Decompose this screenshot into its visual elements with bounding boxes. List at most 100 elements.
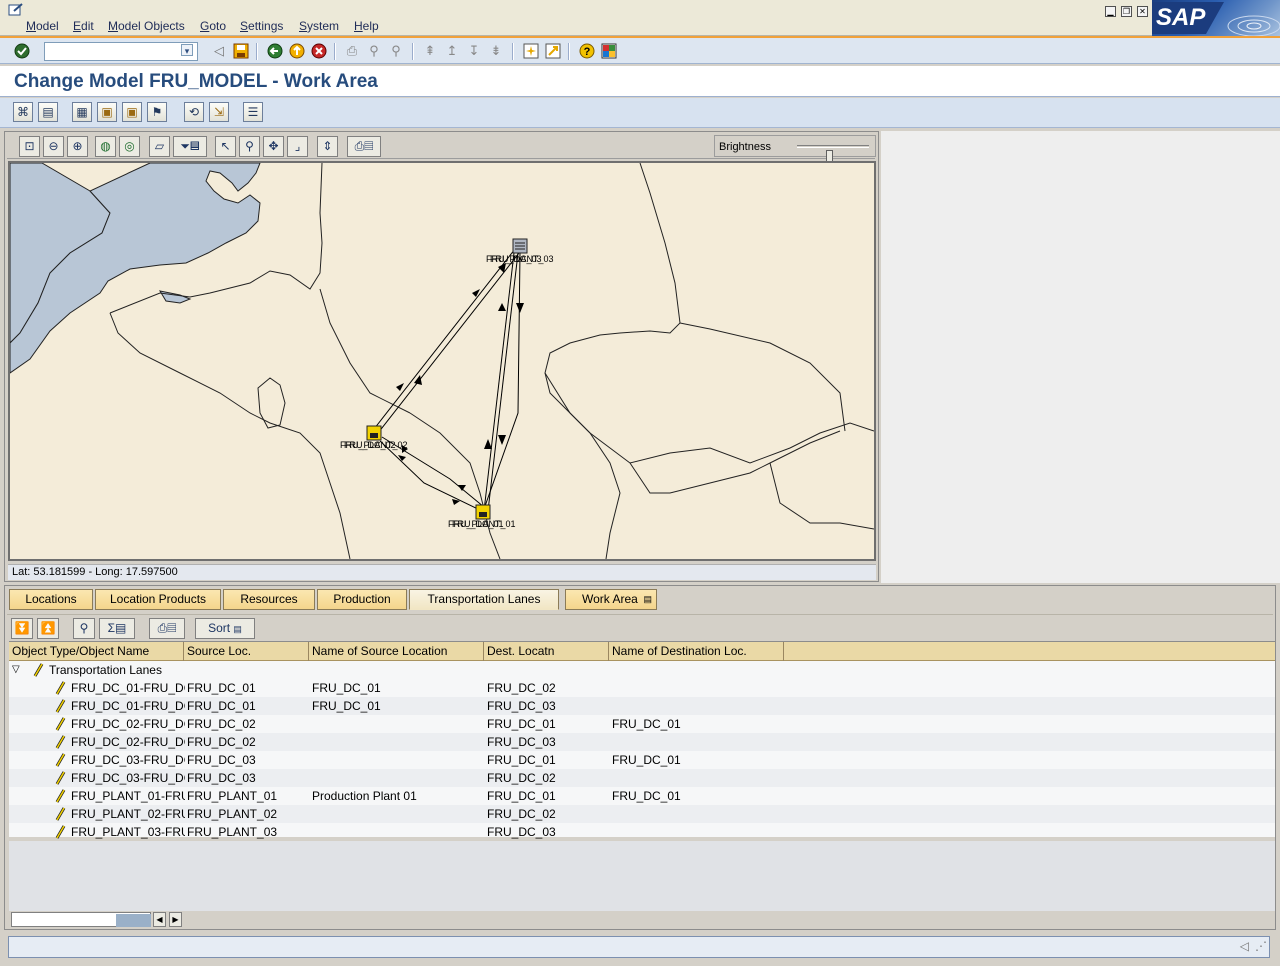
- table-row[interactable]: FRU_DC_01-FRU_DC_03FRU_DC_01FRU_DC_01FRU…: [9, 697, 1275, 715]
- menu-system[interactable]: System: [299, 19, 339, 33]
- first-page-icon[interactable]: ⇞: [421, 42, 439, 60]
- map-node-plant-01[interactable]: FRU_PLANT_01 FRU_DC_01: [448, 504, 516, 529]
- flag-icon[interactable]: ⚑: [147, 102, 167, 122]
- expand-all-icon[interactable]: ⏬: [11, 618, 33, 639]
- cell-dest-loc: FRU_DC_02: [487, 771, 556, 785]
- print-map-icon[interactable]: ⎙▤: [347, 136, 381, 157]
- minimize-icon[interactable]: ▁: [1105, 6, 1116, 17]
- measure-icon[interactable]: ⌟: [287, 136, 308, 157]
- menu-settings[interactable]: Settings: [240, 19, 283, 33]
- prev-page-icon[interactable]: ↥: [443, 42, 461, 60]
- table-row[interactable]: FRU_DC_02-FRU_DC_01FRU_DC_02 FRU_DC_01 FRU…: [9, 715, 1275, 733]
- fit-vertical-icon[interactable]: ⇕: [317, 136, 338, 157]
- globe-search-icon[interactable]: ◎: [119, 136, 140, 157]
- map-node-plant-03[interactable]: FRU_PLANT_03 FRU_DC_03: [486, 238, 554, 264]
- restore-icon[interactable]: ❐: [1121, 6, 1132, 17]
- layout-icon[interactable]: [600, 42, 618, 60]
- product-location-icon[interactable]: ▣: [122, 102, 142, 122]
- dropdown-icon[interactable]: ▤: [233, 624, 242, 634]
- document-icon[interactable]: ▦: [72, 102, 92, 122]
- last-page-icon[interactable]: ⇟: [487, 42, 505, 60]
- tab-resources[interactable]: Resources: [223, 589, 315, 610]
- cell-source-name: [312, 823, 482, 841]
- tab-transportation-lanes[interactable]: Transportation Lanes: [409, 589, 559, 610]
- save-icon[interactable]: [232, 42, 250, 60]
- search-map-icon[interactable]: ⚲: [239, 136, 260, 157]
- zoom-fit-icon[interactable]: ⊡: [19, 136, 40, 157]
- table-row[interactable]: FRU_PLANT_01-FRU_DC_01FRU_PLANT_01 Produc…: [9, 787, 1275, 805]
- globe-icon[interactable]: ◍: [95, 136, 116, 157]
- menu-model-objects[interactable]: Model Objects: [108, 19, 185, 33]
- tab-locations[interactable]: Locations: [9, 589, 93, 610]
- column-header-dest-name[interactable]: Name of Destination Loc.: [609, 642, 784, 661]
- system-menu-icon[interactable]: [8, 3, 24, 17]
- command-dropdown-icon[interactable]: ▾: [181, 44, 193, 56]
- print-list-icon[interactable]: ⎙▤: [149, 618, 185, 639]
- network-icon[interactable]: ⌘: [13, 102, 33, 122]
- map-canvas[interactable]: FRU_PLANT_03 FRU_DC_03 FRU_PLANT_02 FRU_…: [8, 161, 876, 561]
- pan-icon[interactable]: ✥: [263, 136, 284, 157]
- find-icon[interactable]: ⚲: [73, 618, 95, 639]
- tree-collapse-icon[interactable]: ▽: [12, 661, 26, 679]
- menu-edit[interactable]: Edit: [73, 19, 94, 33]
- column-header-object-name[interactable]: Object Type/Object Name: [9, 642, 184, 661]
- sum-icon[interactable]: Σ▤: [99, 618, 135, 639]
- map-node-plant-02[interactable]: FRU_PLANT_02 FRU_DC_02: [340, 425, 408, 450]
- dropdown-icon[interactable]: ▤: [643, 590, 652, 609]
- table-row[interactable]: FRU_PLANT_02-FRU_DC_02FRU_PLANT_02 FRU_DC…: [9, 805, 1275, 823]
- shortcut-icon[interactable]: [544, 42, 562, 60]
- back-green-icon[interactable]: [266, 42, 284, 60]
- find-icon[interactable]: ⚲: [365, 42, 383, 60]
- horizontal-scrollbar[interactable]: ◀ ▶: [11, 912, 187, 927]
- table-row[interactable]: FRU_PLANT_03-FRU_DC_03FRU_PLANT_03 FRU_DC…: [9, 823, 1275, 841]
- enter-icon[interactable]: [13, 42, 31, 60]
- tree-group-row[interactable]: ▽ Transportation Lanes: [9, 661, 1275, 679]
- scroll-thumb[interactable]: [116, 914, 151, 927]
- zoom-out-icon[interactable]: ⊖: [43, 136, 64, 157]
- select-pointer-icon[interactable]: ↖: [215, 136, 236, 157]
- scroll-track[interactable]: [11, 912, 151, 927]
- table-row[interactable]: FRU_DC_03-FRU_DC_02FRU_DC_03 FRU_DC_02: [9, 769, 1275, 787]
- tab-production[interactable]: Production: [317, 589, 407, 610]
- sort-button[interactable]: Sort ▤: [195, 618, 255, 639]
- command-field[interactable]: [44, 42, 198, 61]
- cell-source-name: FRU_DC_01: [312, 699, 381, 713]
- table-row[interactable]: FRU_DC_02-FRU_DC_03FRU_DC_02 FRU_DC_03: [9, 733, 1275, 751]
- find-next-icon[interactable]: ⚲: [387, 42, 405, 60]
- print-icon[interactable]: ⎙: [343, 42, 361, 60]
- collapse-all-icon[interactable]: ⏫: [37, 618, 59, 639]
- menu-goto[interactable]: Goto: [200, 19, 226, 33]
- map-svg[interactable]: FRU_PLANT_03 FRU_DC_03 FRU_PLANT_02 FRU_…: [10, 163, 874, 559]
- close-icon[interactable]: ✕: [1137, 6, 1148, 17]
- new-session-icon[interactable]: [522, 42, 540, 60]
- zoom-in-icon[interactable]: ⊕: [67, 136, 88, 157]
- table-row[interactable]: FRU_DC_03-FRU_DC_01FRU_DC_03 FRU_DC_01 FRU…: [9, 751, 1275, 769]
- scroll-right-icon[interactable]: ▶: [169, 912, 182, 927]
- sort-label: Sort: [208, 621, 231, 635]
- table-row[interactable]: FRU_DC_01-FRU_DC_02FRU_DC_01FRU_DC_01FRU…: [9, 679, 1275, 697]
- status-toggle-icon[interactable]: ◁: [1240, 939, 1249, 953]
- filter-icon[interactable]: ⏷▤: [173, 136, 207, 157]
- brightness-slider[interactable]: [797, 145, 869, 164]
- cell-dest-name: [612, 823, 782, 841]
- structure-icon[interactable]: ▤: [38, 102, 58, 122]
- column-header-source-name[interactable]: Name of Source Location: [309, 642, 484, 661]
- cancel-icon[interactable]: [310, 42, 328, 60]
- exit-icon[interactable]: [288, 42, 306, 60]
- list-view-icon[interactable]: ☰: [243, 102, 263, 122]
- scroll-left-icon[interactable]: ◀: [153, 912, 166, 927]
- tab-location-products[interactable]: Location Products: [95, 589, 221, 610]
- column-header-dest-loc[interactable]: Dest. Locatn: [484, 642, 609, 661]
- status-resize-icon[interactable]: ⋰: [1255, 939, 1267, 953]
- menu-help[interactable]: Help: [354, 19, 379, 33]
- refresh-icon[interactable]: ⟲: [184, 102, 204, 122]
- next-page-icon[interactable]: ↧: [465, 42, 483, 60]
- menu-model[interactable]: Model: [26, 19, 59, 33]
- layer-icon[interactable]: ▱: [149, 136, 170, 157]
- help-icon[interactable]: ?: [578, 42, 596, 60]
- back-icon[interactable]: ◁: [210, 42, 228, 60]
- product-box-icon[interactable]: ▣: [97, 102, 117, 122]
- tab-work-area[interactable]: Work Area ▤: [565, 589, 657, 610]
- column-header-source-loc[interactable]: Source Loc.: [184, 642, 309, 661]
- export-icon[interactable]: ⇲: [209, 102, 229, 122]
